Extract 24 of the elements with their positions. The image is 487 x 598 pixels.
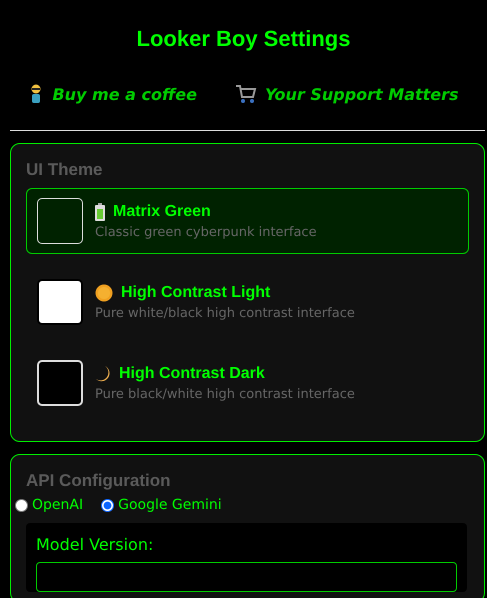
- support-link[interactable]: Your Support Matters: [234, 84, 459, 104]
- cart-icon: [234, 84, 257, 104]
- provider-label: OpenAI: [32, 497, 84, 513]
- theme-description: Classic green cyberpunk interface: [95, 224, 317, 240]
- theme-name: High Contrast Dark: [119, 364, 265, 382]
- theme-name: Matrix Green: [113, 202, 211, 220]
- model-field[interactable]: [36, 562, 457, 592]
- theme-option[interactable]: High Contrast Dark Pure black/white high contrast interface: [26, 350, 469, 416]
- page-title: Looker Boy Settings: [136, 26, 352, 52]
- provider-label: Google Gemini: [118, 497, 222, 513]
- theme-option[interactable]: High Contrast Light Pure white/black high contrast interface: [26, 269, 469, 335]
- provider-radio[interactable]: [101, 498, 114, 512]
- theme-option[interactable]: Matrix Green Classic green cyberpunk interface: [26, 188, 469, 254]
- battery-icon: [95, 202, 105, 220]
- sun-icon: [95, 284, 113, 302]
- section-heading: API Configuration: [26, 471, 172, 491]
- support-link[interactable]: Buy me a coffee: [28, 84, 197, 104]
- theme-description: Pure black/white high contrast interface: [95, 386, 355, 402]
- moon-icon: [95, 364, 111, 382]
- provider-radio[interactable]: [15, 498, 28, 512]
- theme-description: Pure white/black high contrast interface: [95, 306, 355, 320]
- section-heading: UI Theme: [26, 160, 104, 180]
- field-label: Model Version:: [36, 535, 154, 554]
- theme-name: High Contrast Light: [121, 284, 270, 302]
